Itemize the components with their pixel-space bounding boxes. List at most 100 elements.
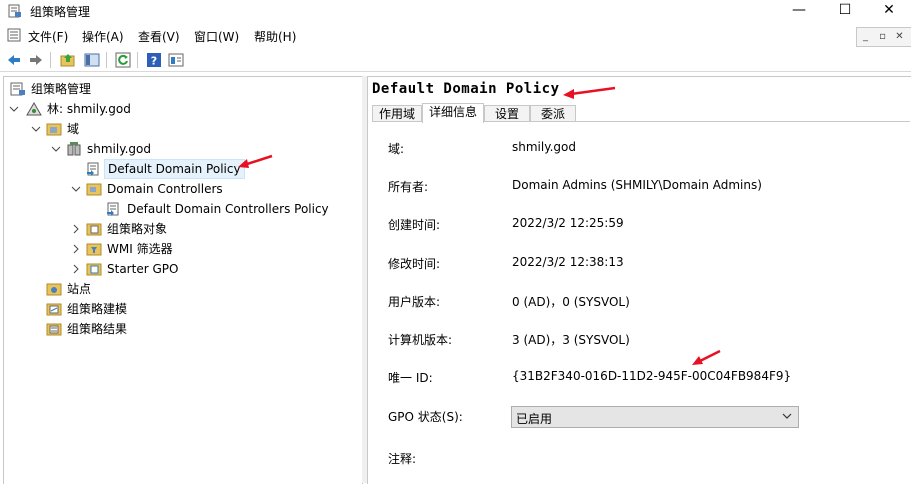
- console-tree-panel: 组策略管理 林: shmily.god 域 shmily.god Default…: [3, 76, 363, 484]
- forward-arrow-icon[interactable]: [28, 52, 44, 68]
- created-value: 2022/3/2 12:25:59: [512, 216, 624, 230]
- domain-icon: [67, 142, 81, 156]
- comment-label: 注释:: [388, 452, 417, 466]
- chevron-down-icon[interactable]: [8, 99, 20, 119]
- modeling-icon: [46, 303, 62, 316]
- mdi-minimize-button[interactable]: _: [857, 28, 874, 45]
- policy-title: Default Domain Policy: [372, 81, 560, 97]
- toolbar-separator: [50, 52, 51, 68]
- menu-action[interactable]: 操作(A): [82, 28, 124, 45]
- created-label: 创建时间:: [388, 218, 441, 232]
- tree-item-forest[interactable]: 林: shmily.god: [6, 99, 206, 119]
- sites-icon: [46, 283, 62, 296]
- gpo-status-select[interactable]: 已启用: [511, 406, 799, 428]
- menu-view[interactable]: 查看(V): [138, 28, 180, 45]
- menu-file[interactable]: 文件(F): [28, 28, 68, 45]
- chevron-right-icon[interactable]: [70, 219, 82, 239]
- tree-label: 组策略建模: [67, 302, 128, 316]
- tree-item-dc-policy[interactable]: Default Domain Controllers Policy: [6, 199, 346, 219]
- gpo-status-value: 已启用: [516, 412, 553, 426]
- up-folder-icon[interactable]: [60, 52, 76, 68]
- tree-item-results[interactable]: 组策略结果: [6, 319, 206, 339]
- refresh-icon[interactable]: [115, 52, 131, 68]
- back-arrow-icon[interactable]: [6, 52, 22, 68]
- mdi-close-button[interactable]: ✕: [891, 28, 908, 45]
- forest-icon: [26, 102, 42, 116]
- gpmc-app-icon: [8, 4, 21, 18]
- gpo-folder-icon: [86, 223, 102, 236]
- chevron-down-icon: [782, 413, 792, 419]
- tree-label: 组策略对象: [107, 222, 168, 236]
- tree-item-domains[interactable]: 域: [6, 119, 206, 139]
- annotation-arrow-icon: [692, 349, 721, 365]
- gpo-link-icon: [107, 202, 119, 216]
- tree-label: 组策略管理: [31, 82, 92, 96]
- user-version-label: 用户版本:: [388, 295, 441, 309]
- window-title: 组策略管理: [30, 5, 91, 19]
- domain-value: shmily.god: [512, 140, 576, 154]
- tree-label: 站点: [67, 282, 92, 296]
- tree-label: Default Domain Policy: [104, 159, 245, 179]
- tree-item-starter-gpo[interactable]: Starter GPO: [6, 259, 226, 279]
- ou-folder-icon: [86, 183, 102, 196]
- owner-label: 所有者:: [388, 180, 429, 194]
- unique-id-label: 唯一 ID:: [388, 371, 433, 385]
- chevron-down-icon[interactable]: [30, 119, 42, 139]
- gpmc-root-icon: [10, 82, 25, 96]
- details-panel: Default Domain Policy 作用域 详细信息 设置 委派 域: …: [367, 76, 911, 485]
- tab-delegation[interactable]: 委派: [530, 105, 576, 122]
- tab-settings[interactable]: 设置: [484, 105, 530, 122]
- toolbar-separator: [106, 52, 107, 68]
- annotation-arrow-icon: [238, 154, 273, 168]
- tree-item-gpo-objects[interactable]: 组策略对象: [6, 219, 226, 239]
- computer-version-label: 计算机版本:: [388, 333, 453, 347]
- tree-item-domain[interactable]: shmily.god: [6, 139, 226, 159]
- computer-version-value: 3 (AD)，3 (SYSVOL): [512, 333, 630, 347]
- menu-window[interactable]: 窗口(W): [194, 28, 239, 45]
- close-button[interactable]: ✕: [866, 0, 911, 22]
- modified-label: 修改时间:: [388, 257, 441, 271]
- tab-scope[interactable]: 作用域: [372, 105, 422, 122]
- tree-item-modeling[interactable]: 组策略建模: [6, 299, 206, 319]
- menu-help[interactable]: 帮助(H): [254, 28, 296, 45]
- annotation-arrow-icon: [563, 86, 616, 99]
- details-tab-content: 域: shmily.god 所有者: Domain Admins (SHMILY…: [372, 121, 910, 485]
- tree-item-default-domain-policy[interactable]: Default Domain Policy: [6, 159, 266, 179]
- tree-label: WMI 筛选器: [107, 242, 173, 256]
- wmi-folder-icon: [86, 243, 102, 256]
- chevron-right-icon[interactable]: [70, 239, 82, 259]
- modified-value: 2022/3/2 12:38:13: [512, 255, 624, 269]
- unique-id-value: {31B2F340-016D-11D2-945F-00C04FB984F9}: [512, 369, 792, 383]
- svg-text:?: ?: [151, 55, 157, 68]
- starter-gpo-folder-icon: [86, 263, 102, 276]
- domain-label: 域:: [388, 142, 405, 156]
- tree-label: Domain Controllers: [107, 182, 223, 196]
- tree-label: 组策略结果: [67, 322, 128, 336]
- domains-folder-icon: [46, 123, 62, 136]
- owner-value: Domain Admins (SHMILY\Domain Admins): [512, 178, 762, 192]
- tree-label: Starter GPO: [107, 262, 179, 276]
- help-icon[interactable]: ?: [146, 52, 162, 68]
- chevron-right-icon[interactable]: [70, 259, 82, 279]
- tab-details[interactable]: 详细信息: [422, 103, 484, 123]
- chevron-down-icon[interactable]: [70, 179, 82, 199]
- gpo-link-icon: [87, 162, 99, 176]
- maximize-button[interactable]: ☐: [822, 0, 868, 22]
- tree-item-wmi-filters[interactable]: WMI 筛选器: [6, 239, 226, 259]
- tree-item-sites[interactable]: 站点: [6, 279, 206, 299]
- gpo-status-label: GPO 状态(S):: [388, 410, 463, 424]
- show-hide-tree-icon[interactable]: [84, 52, 100, 68]
- user-version-value: 0 (AD)，0 (SYSVOL): [512, 295, 630, 309]
- properties-icon[interactable]: [168, 52, 184, 68]
- menu-bar: 文件(F) 操作(A) 查看(V) 窗口(W) 帮助(H): [0, 24, 911, 46]
- minimize-button[interactable]: —: [776, 0, 822, 22]
- toolbar: ?: [0, 49, 911, 72]
- toolbar-separator: [137, 52, 138, 68]
- console-menu-icon[interactable]: [7, 28, 21, 42]
- chevron-down-icon[interactable]: [50, 139, 62, 159]
- tree-label: shmily.god: [87, 142, 151, 156]
- results-icon: [46, 323, 62, 336]
- tree-item-domain-controllers[interactable]: Domain Controllers: [6, 179, 266, 199]
- mdi-restore-button[interactable]: ▫: [874, 28, 891, 45]
- tree-label: 域: [67, 122, 80, 136]
